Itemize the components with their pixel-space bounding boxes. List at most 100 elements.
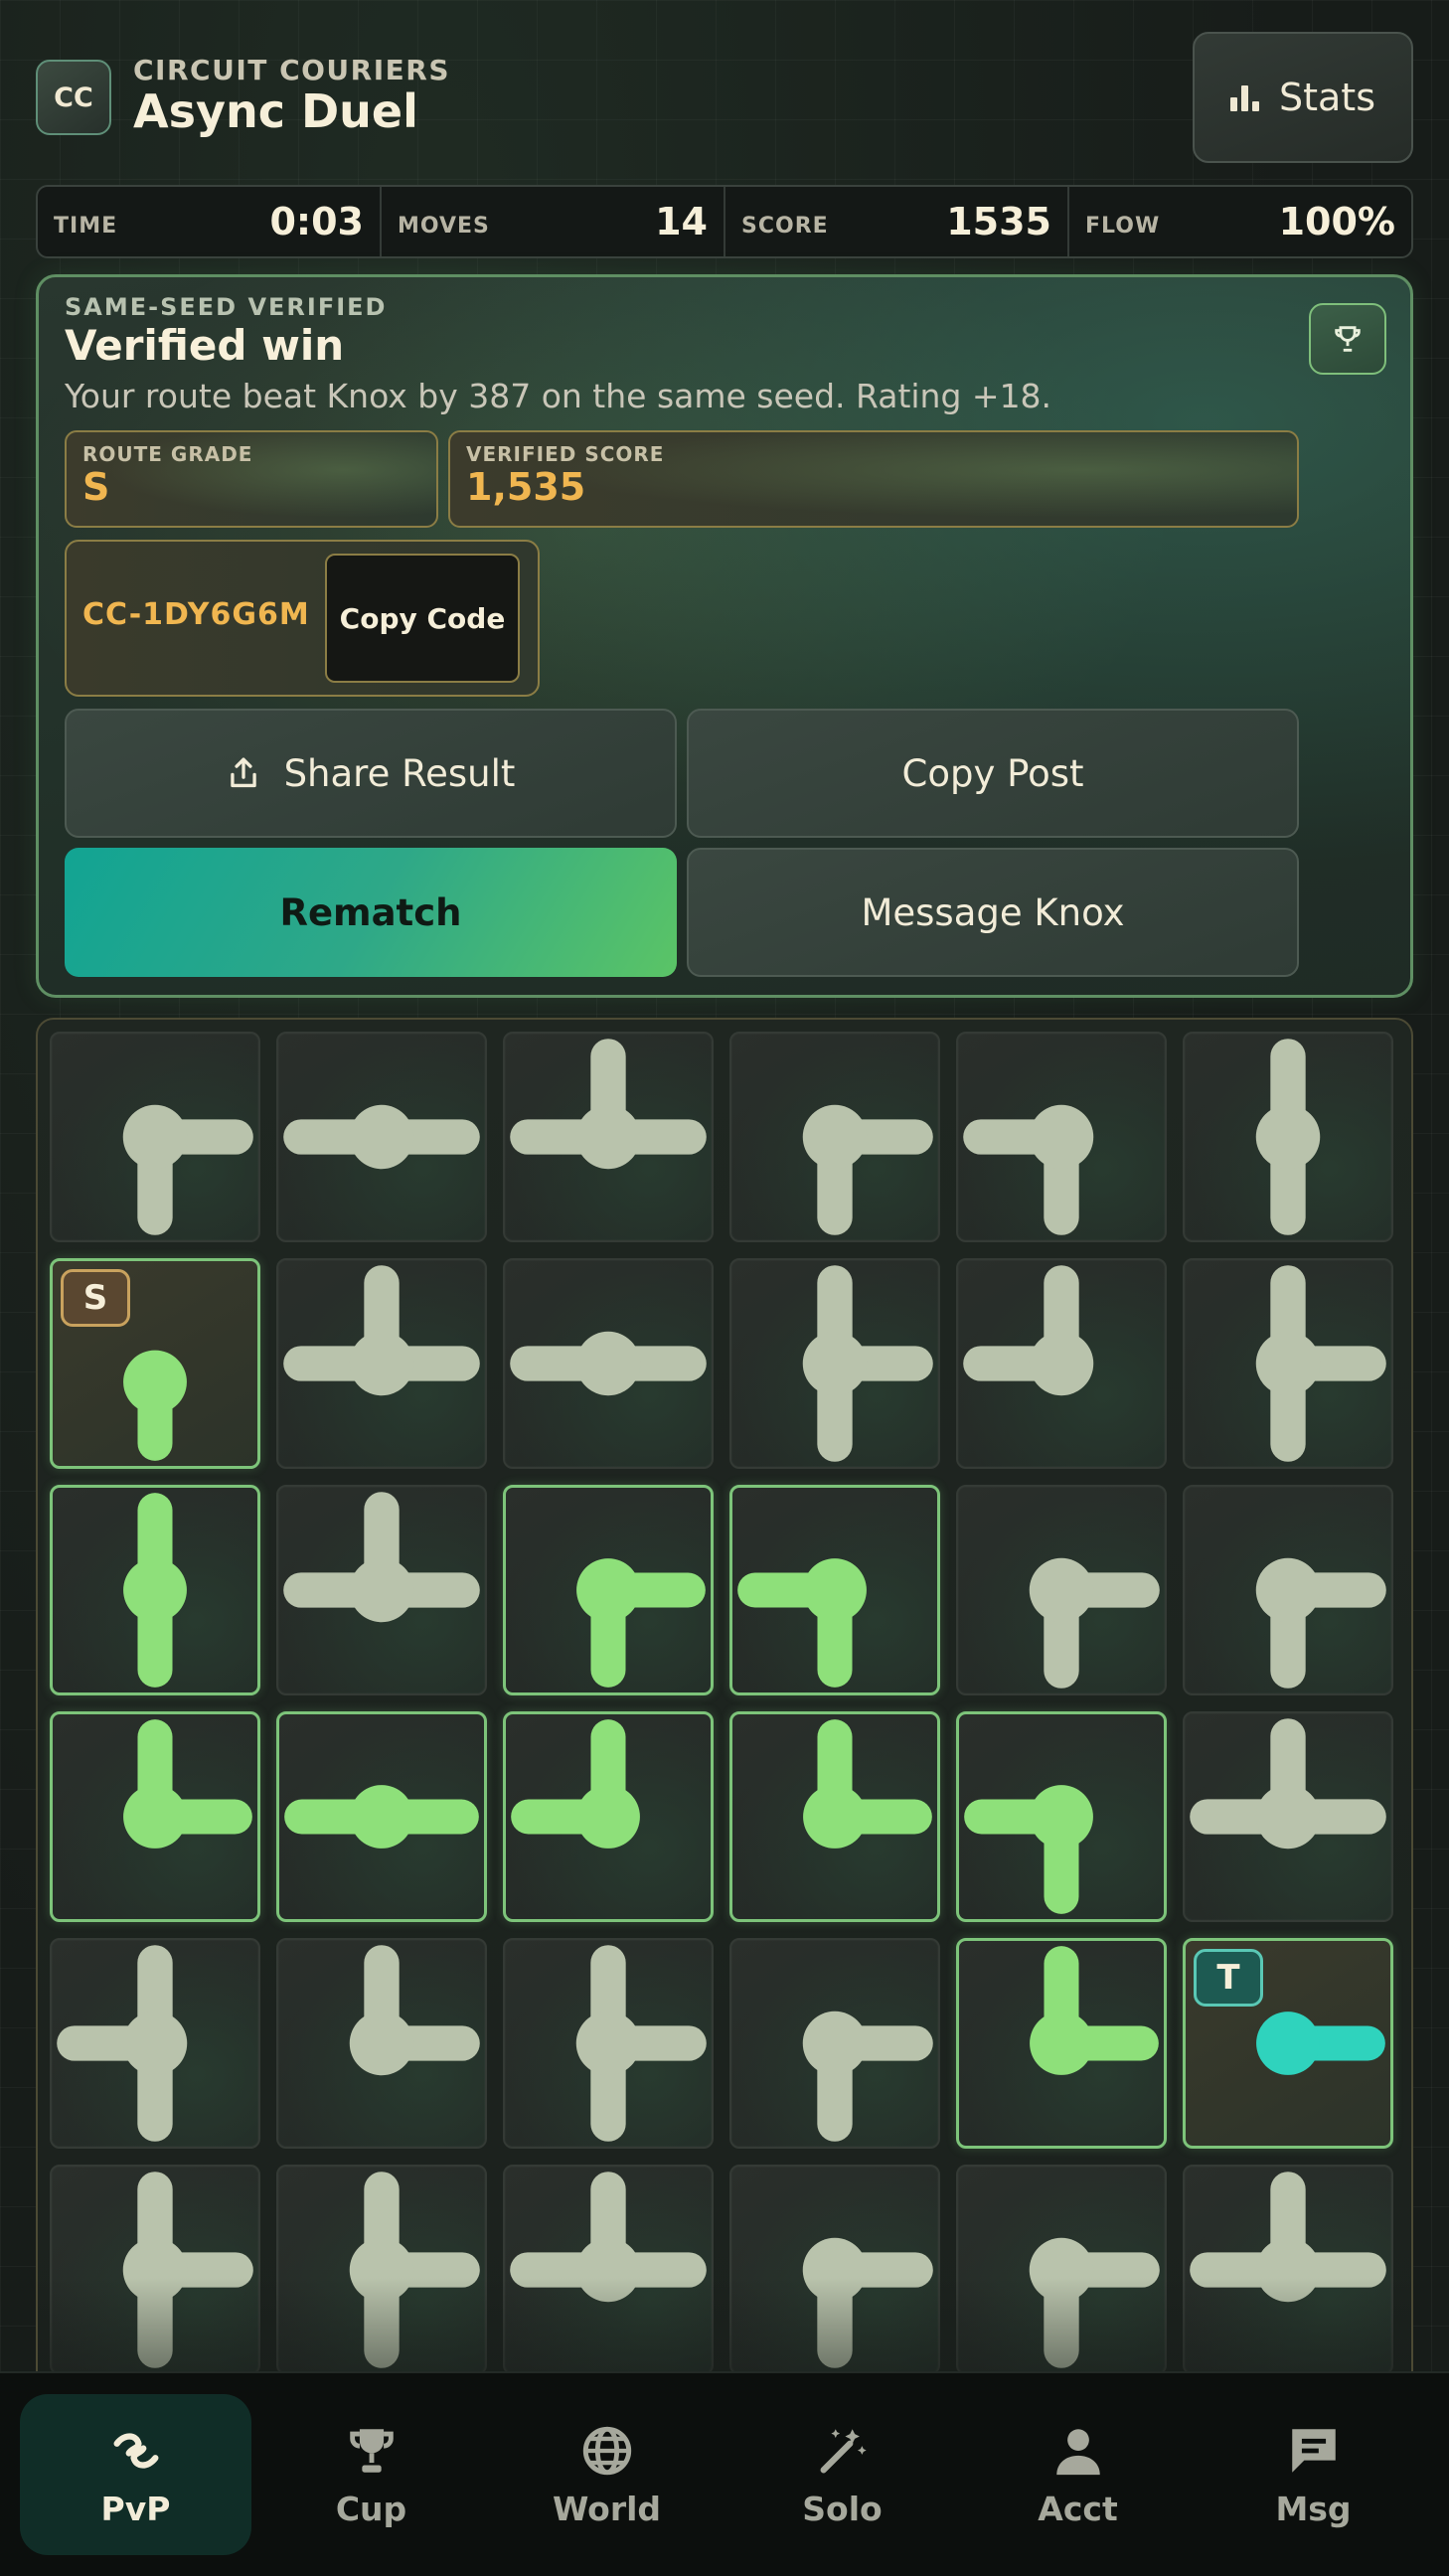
pipe-connector-icon <box>57 1945 188 2142</box>
pipe-connector-icon <box>1029 2237 1160 2368</box>
pipe-tile[interactable]: S <box>50 1258 260 1469</box>
page-title: Async Duel <box>133 84 418 138</box>
trophy-icon <box>1335 326 1361 352</box>
pipe-tile[interactable] <box>276 1485 487 1695</box>
pipe-tile[interactable] <box>503 1711 714 1922</box>
pipe-tile[interactable] <box>956 1938 1167 2149</box>
nav-world[interactable]: World <box>491 2394 723 2555</box>
pipe-connector-icon <box>283 1265 480 1396</box>
pipe-connector-icon <box>510 1039 707 1170</box>
pipe-tile[interactable] <box>50 2165 260 2375</box>
pipe-connector-icon <box>122 2172 253 2368</box>
pipe-tile[interactable] <box>503 1258 714 1469</box>
nav-pvp[interactable]: PvP <box>20 2394 251 2555</box>
pipe-connector-icon <box>1255 1265 1386 1462</box>
nav-account-label: Acct <box>1038 2489 1118 2528</box>
result-eyebrow: SAME-SEED VERIFIED <box>65 293 388 321</box>
copy-code-button[interactable]: Copy Code <box>325 554 520 683</box>
share-icon <box>230 757 256 788</box>
hud-flow-label: FLOW <box>1085 213 1161 239</box>
pipe-connector-icon <box>1029 1557 1160 1689</box>
pipe-connector-icon <box>802 1265 933 1462</box>
pipe-tile[interactable] <box>503 1032 714 1242</box>
pipe-tile[interactable] <box>50 1711 260 1922</box>
target-badge: T <box>1194 1949 1263 2007</box>
result-description: Your route beat Knox by 387 on the same … <box>65 377 1052 415</box>
pipe-tile[interactable] <box>503 1485 714 1695</box>
pipe-tile[interactable] <box>729 2165 940 2375</box>
nav-pvp-label: PvP <box>100 2489 171 2528</box>
nav-solo-label: Solo <box>802 2489 883 2528</box>
pipe-tile[interactable] <box>276 1711 487 1922</box>
hud-moves-label: MOVES <box>398 213 490 239</box>
pipe-tile[interactable] <box>503 2165 714 2375</box>
pipe-tile[interactable] <box>729 1711 940 1922</box>
rematch-button[interactable]: Rematch <box>65 848 677 977</box>
trophy-icon <box>349 2428 394 2473</box>
nav-cup[interactable]: Cup <box>255 2394 487 2555</box>
pipe-connector-icon <box>1255 1557 1386 1689</box>
pipe-connector-icon <box>349 1945 480 2076</box>
globe-icon <box>582 2426 631 2475</box>
pipe-tile[interactable] <box>956 1258 1167 1469</box>
pipe-connector-icon <box>123 1493 187 1688</box>
pipe-tile[interactable] <box>50 1485 260 1695</box>
puzzle-board: ST <box>36 1018 1413 2429</box>
match-code-box: CC-1DY6G6M Copy Code <box>65 540 540 697</box>
pipe-connector-icon <box>283 1492 480 1623</box>
pipe-tile[interactable] <box>729 1032 940 1242</box>
top-bar: CC CIRCUIT COURIERS Async Duel Stats <box>36 32 1413 165</box>
pipe-connector-icon <box>123 1719 252 1849</box>
pipe-tile[interactable] <box>50 1032 260 1242</box>
pipe-tile[interactable] <box>729 1485 940 1695</box>
trophy-button[interactable] <box>1309 303 1386 375</box>
pipe-tile[interactable] <box>956 2165 1167 2375</box>
pipe-tile[interactable] <box>956 1485 1167 1695</box>
pipe-connector-icon <box>122 1104 253 1235</box>
pipe-tile[interactable] <box>956 1711 1167 1922</box>
pipe-connector-icon <box>963 1104 1094 1235</box>
person-icon <box>1055 2428 1100 2475</box>
pipe-tile[interactable] <box>1183 2165 1393 2375</box>
pipe-tile[interactable] <box>503 1938 714 2149</box>
pipe-connector-icon <box>575 1945 707 2142</box>
nav-account[interactable]: Acct <box>962 2394 1194 2555</box>
pipe-connector-icon <box>803 1719 932 1849</box>
pipe-tile[interactable] <box>276 1938 487 2149</box>
route-grade-label: ROUTE GRADE <box>82 442 253 466</box>
message-knox-button[interactable]: Message Knox <box>687 848 1299 977</box>
pipe-tile[interactable] <box>1183 1258 1393 1469</box>
score-hud: TIME 0:03 MOVES 14 SCORE 1535 FLOW 100% <box>36 185 1413 258</box>
pipe-tile[interactable] <box>729 1938 940 2149</box>
pipe-tile[interactable] <box>729 1258 940 1469</box>
pipe-tile[interactable] <box>50 1938 260 2149</box>
pipe-tile[interactable] <box>276 1258 487 1469</box>
pipe-connector-icon <box>802 2011 933 2142</box>
pipe-connector-icon <box>802 1104 933 1235</box>
pipe-connector-icon <box>737 1558 867 1688</box>
pipe-tile[interactable] <box>956 1032 1167 1242</box>
pipe-connector-icon <box>284 1785 479 1849</box>
pipe-tile[interactable] <box>1183 1485 1393 1695</box>
hud-score: SCORE 1535 <box>725 187 1069 256</box>
share-result-button[interactable]: Share Result <box>65 709 677 838</box>
nav-cup-label: Cup <box>335 2489 407 2528</box>
pipe-connector-icon <box>1190 2172 1386 2303</box>
nav-messages[interactable]: Msg <box>1198 2394 1429 2555</box>
bottom-nav: PvP Cup World Solo Acct Msg <box>0 2371 1449 2576</box>
app-logo: CC <box>36 60 111 135</box>
hud-moves: MOVES 14 <box>382 187 725 256</box>
copy-post-button[interactable]: Copy Post <box>687 709 1299 838</box>
stats-button[interactable]: Stats <box>1193 32 1413 163</box>
pipe-connector-icon <box>510 2172 707 2303</box>
message-icon <box>1291 2428 1336 2473</box>
pipe-tile[interactable]: T <box>1183 1938 1393 2149</box>
pipe-tile[interactable] <box>1183 1711 1393 1922</box>
pipe-tile[interactable] <box>1183 1032 1393 1242</box>
hud-moves-value: 14 <box>655 200 708 243</box>
hud-score-value: 1535 <box>946 200 1051 243</box>
wand-icon <box>820 2428 867 2473</box>
pipe-tile[interactable] <box>276 1032 487 1242</box>
pipe-tile[interactable] <box>276 2165 487 2375</box>
nav-solo[interactable]: Solo <box>726 2394 958 2555</box>
